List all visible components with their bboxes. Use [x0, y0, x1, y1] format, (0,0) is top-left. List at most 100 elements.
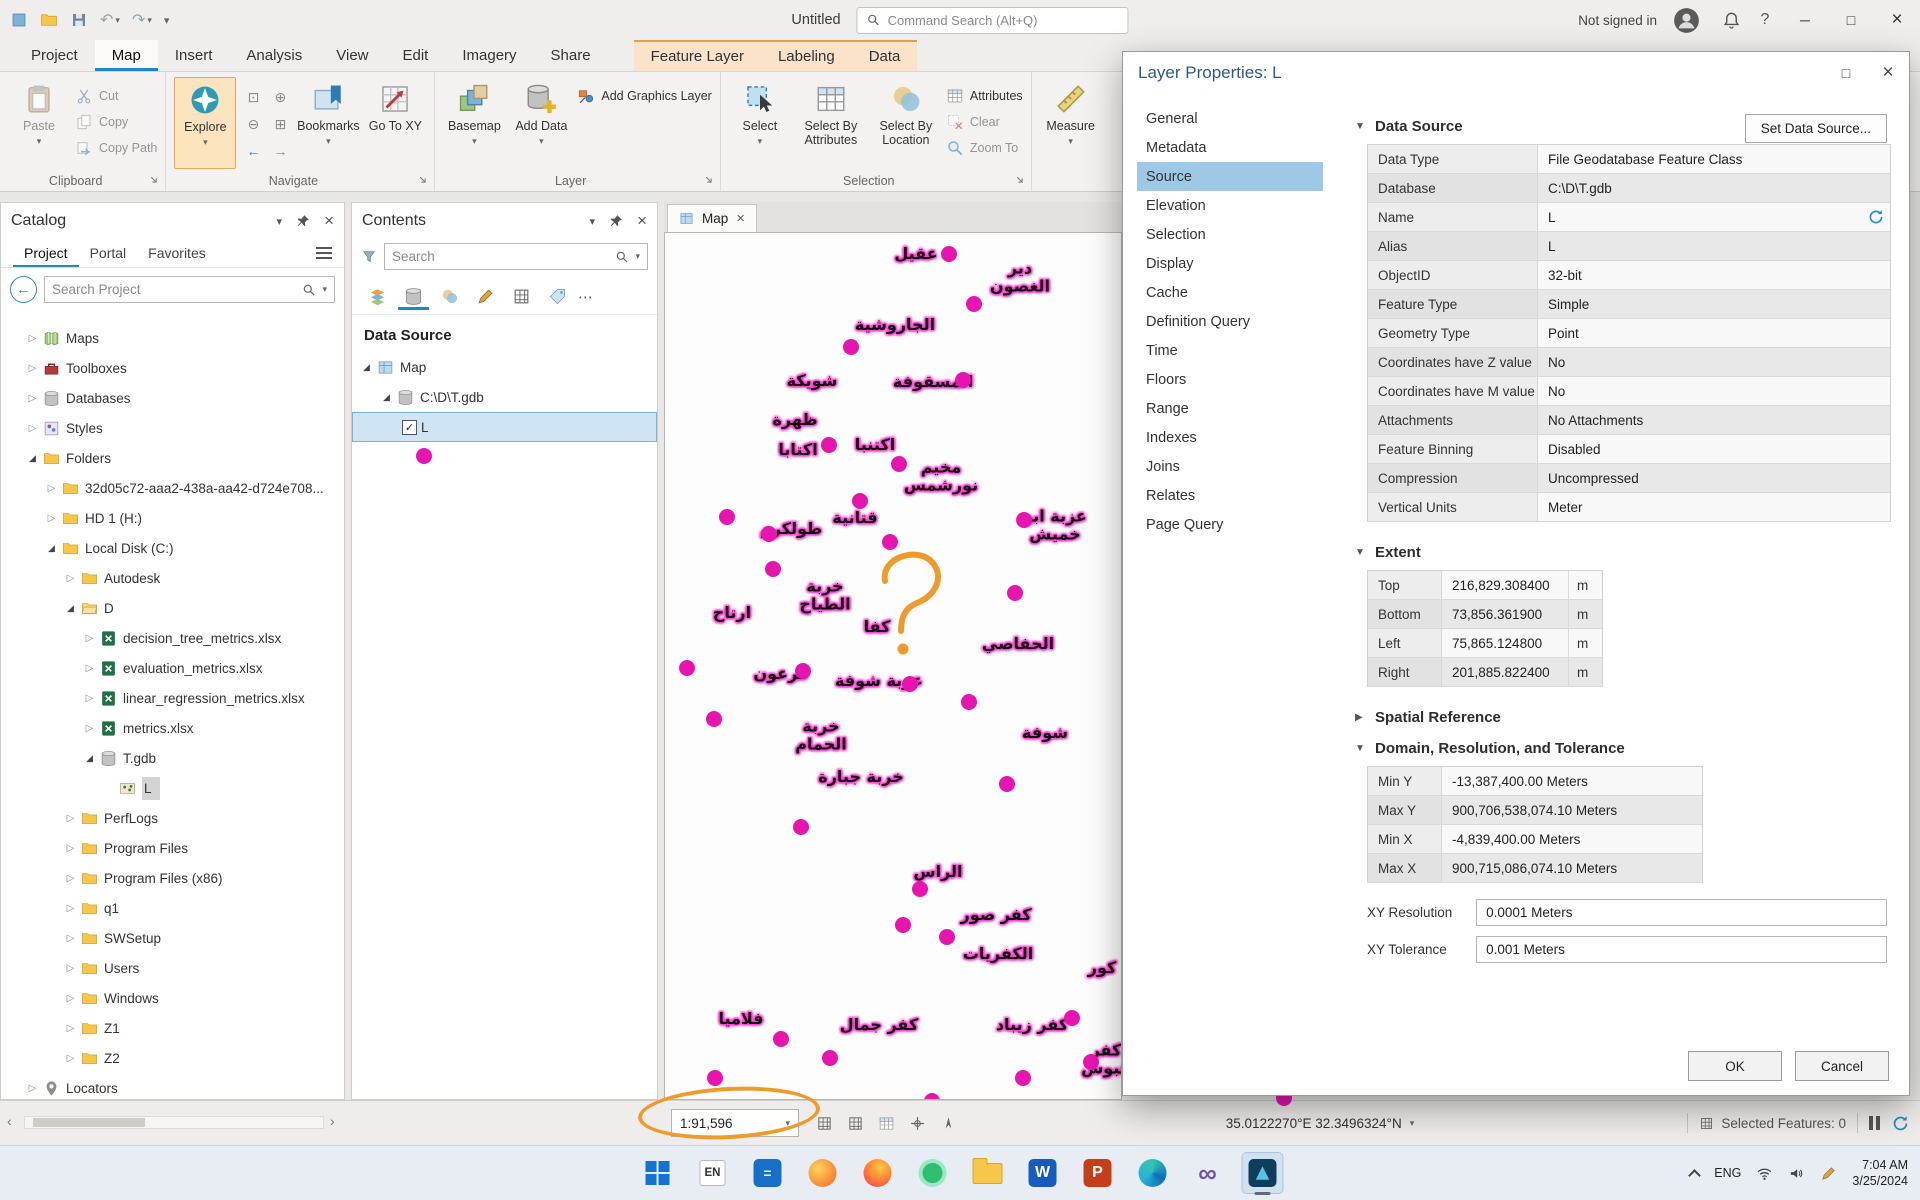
- catalog-item-autodesk[interactable]: ▷Autodesk: [1, 563, 344, 593]
- catalog-tab-portal[interactable]: Portal: [79, 239, 138, 267]
- xy-resolution-field[interactable]: 0.0001 Meters: [1476, 899, 1887, 926]
- catalog-item-perflogs[interactable]: ▷PerfLogs: [1, 803, 344, 833]
- close-button[interactable]: ×: [1874, 0, 1920, 40]
- catalog-item-l[interactable]: L: [1, 773, 344, 803]
- catalog-tab-project[interactable]: Project: [13, 239, 79, 267]
- attributes-button[interactable]: Attributes: [946, 87, 1023, 105]
- redo-button[interactable]: ↷▾: [132, 10, 152, 30]
- project-icon[interactable]: [10, 11, 28, 29]
- catalog-item-z2[interactable]: ▷Z2: [1, 1043, 344, 1073]
- properties-nav-definition-query[interactable]: Definition Query: [1137, 307, 1323, 336]
- catalog-item-decision-tree-metrics-xlsx[interactable]: ▷decision_tree_metrics.xlsx: [1, 623, 344, 653]
- clock[interactable]: 7:04 AM 3/25/2024: [1852, 1157, 1908, 1190]
- contents-pin-icon[interactable]: [609, 214, 623, 228]
- taskbar-icon-firefox[interactable]: [858, 1153, 898, 1193]
- expander-icon[interactable]: ▷: [62, 1023, 79, 1034]
- maximize-button[interactable]: □: [1828, 0, 1874, 40]
- coords-caret-icon[interactable]: ▾: [1410, 1118, 1415, 1129]
- crosshair-icon[interactable]: [905, 1111, 929, 1135]
- expander-icon[interactable]: ▷: [62, 993, 79, 1004]
- expander-icon[interactable]: ◢: [378, 392, 395, 403]
- expander-icon[interactable]: ◢: [358, 362, 375, 373]
- navigate-launcher-icon[interactable]: [417, 174, 430, 187]
- catalog-item-users[interactable]: ▷Users: [1, 953, 344, 983]
- sign-in-status[interactable]: Not signed in: [1578, 13, 1657, 28]
- expander-icon[interactable]: ▷: [24, 423, 41, 434]
- account-avatar[interactable]: [1673, 7, 1700, 34]
- scroll-left-icon[interactable]: ‹: [7, 1113, 12, 1129]
- taskbar-icon-powerpoint[interactable]: P: [1078, 1153, 1118, 1193]
- catalog-item-d[interactable]: ◢D: [1, 593, 344, 623]
- selection-launcher-icon[interactable]: [1014, 174, 1027, 187]
- expander-icon[interactable]: ▷: [24, 333, 41, 344]
- expander-icon[interactable]: ▷: [62, 573, 79, 584]
- ribbon-tab-share[interactable]: Share: [534, 40, 608, 71]
- catalog-item-program-files[interactable]: ▷Program Files: [1, 833, 344, 863]
- expander-icon[interactable]: ▷: [62, 843, 79, 854]
- layer-launcher-icon[interactable]: [703, 174, 716, 187]
- list-by-data-source-icon[interactable]: [398, 283, 429, 310]
- catalog-back-button[interactable]: ←: [10, 276, 37, 303]
- fixed-zoom-in-icon[interactable]: ⊕: [268, 85, 292, 109]
- catalog-item-metrics-xlsx[interactable]: ▷metrics.xlsx: [1, 713, 344, 743]
- expander-icon[interactable]: ◢: [24, 453, 41, 464]
- expander-icon[interactable]: ◢: [81, 753, 98, 764]
- redo-caret-icon[interactable]: ▾: [147, 15, 152, 26]
- contents-item-layer-l[interactable]: ✓ L: [352, 412, 657, 442]
- xy-tolerance-field[interactable]: 0.001 Meters: [1476, 936, 1887, 963]
- add-graphics-layer-button[interactable]: Add Graphics Layer: [577, 87, 711, 105]
- properties-nav-selection[interactable]: Selection: [1137, 220, 1323, 249]
- ok-button[interactable]: OK: [1688, 1051, 1782, 1081]
- catalog-item-folders[interactable]: ◢Folders: [1, 443, 344, 473]
- ribbon-tab-view[interactable]: View: [319, 40, 385, 71]
- section-domain-resolution-tolerance[interactable]: ▼Domain, Resolution, and Tolerance: [1355, 740, 1887, 757]
- map-canvas[interactable]: عقيلدير الغصونالجاروشيةشويكةالمسقوفةظهرة…: [664, 232, 1122, 1100]
- collapse-chevron-icon[interactable]: ▼: [1355, 121, 1366, 132]
- catalog-item-databases[interactable]: ▷Databases: [1, 383, 344, 413]
- properties-nav-range[interactable]: Range: [1137, 394, 1323, 423]
- grid-icon[interactable]: [843, 1111, 867, 1135]
- catalog-item-q1[interactable]: ▷q1: [1, 893, 344, 923]
- taskbar-icon-visual-studio[interactable]: ∞: [1188, 1153, 1228, 1193]
- expand-chevron-icon[interactable]: ▶: [1355, 712, 1366, 723]
- full-extent-icon[interactable]: ⊡: [241, 85, 265, 109]
- copy-button[interactable]: Copy: [75, 113, 157, 131]
- set-data-source-button[interactable]: Set Data Source...: [1745, 114, 1887, 143]
- cancel-button[interactable]: Cancel: [1795, 1051, 1889, 1081]
- go-to-xy-button[interactable]: Go To XY: [364, 77, 426, 169]
- catalog-item-program-files-x86[interactable]: ▷Program Files (x86): [1, 863, 344, 893]
- undo-button[interactable]: ↶▾: [100, 10, 120, 30]
- dialog-close-icon[interactable]: ×: [1867, 52, 1909, 94]
- volume-icon[interactable]: [1788, 1165, 1805, 1182]
- expander-icon[interactable]: ▷: [62, 1053, 79, 1064]
- catalog-item-windows[interactable]: ▷Windows: [1, 983, 344, 1013]
- next-extent-icon[interactable]: →: [268, 139, 292, 163]
- clipboard-launcher-icon[interactable]: [148, 174, 161, 187]
- select-button[interactable]: Select▾: [729, 77, 791, 169]
- search-caret-icon[interactable]: ▾: [635, 251, 640, 262]
- scroll-right-icon[interactable]: ›: [330, 1113, 335, 1129]
- taskbar-icon-calculator[interactable]: =: [748, 1153, 788, 1193]
- save-project-icon[interactable]: [70, 11, 88, 29]
- select-by-attributes-button[interactable]: Select By Attributes: [796, 77, 866, 169]
- catalog-item-linear-regression-metrics-xlsx[interactable]: ▷linear_regression_metrics.xlsx: [1, 683, 344, 713]
- section-extent[interactable]: ▼Extent: [1355, 544, 1887, 561]
- catalog-item-evaluation-metrics-xlsx[interactable]: ▷evaluation_metrics.xlsx: [1, 653, 344, 683]
- undo-caret-icon[interactable]: ▾: [115, 15, 120, 26]
- wifi-icon[interactable]: [1756, 1165, 1773, 1182]
- pen-icon[interactable]: [1820, 1165, 1837, 1182]
- catalog-item-32d05c72-aaa2-438a-aa42-d724e708[interactable]: ▷32d05c72-aaa2-438a-aa42-d724e708...: [1, 473, 344, 503]
- more-views-icon[interactable]: ⋯: [578, 288, 594, 306]
- expander-icon[interactable]: ▷: [24, 393, 41, 404]
- properties-nav-cache[interactable]: Cache: [1137, 278, 1323, 307]
- list-by-selection-icon[interactable]: [434, 283, 465, 310]
- paste-button[interactable]: Paste▾: [8, 77, 70, 169]
- contents-close-icon[interactable]: ×: [637, 211, 647, 231]
- list-by-snapping-icon[interactable]: [506, 283, 537, 310]
- contents-item-map[interactable]: ◢ Map: [352, 352, 657, 382]
- expander-icon[interactable]: ▷: [81, 693, 98, 704]
- catalog-item-z1[interactable]: ▷Z1: [1, 1013, 344, 1043]
- list-by-drawing-order-icon[interactable]: [362, 283, 393, 310]
- properties-nav-time[interactable]: Time: [1137, 336, 1323, 365]
- list-by-labeling-icon[interactable]: [542, 283, 573, 310]
